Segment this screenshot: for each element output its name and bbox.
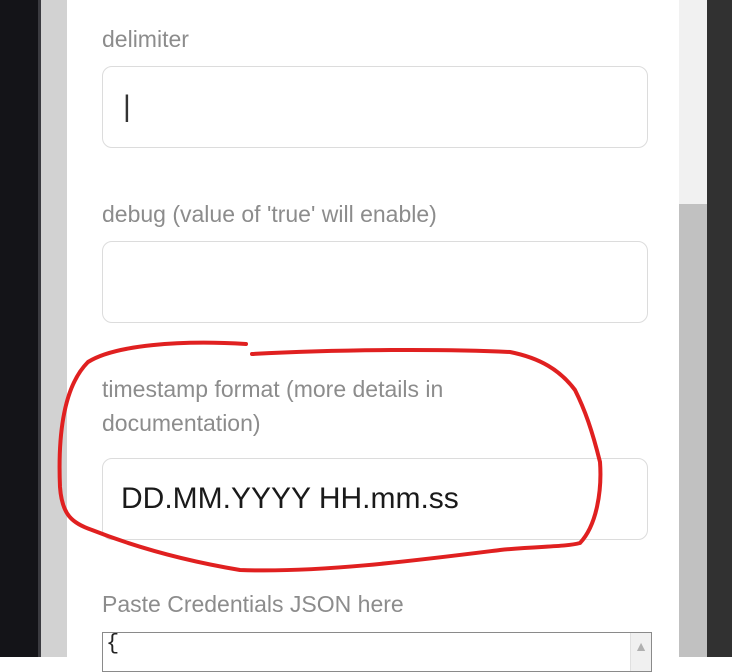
credentials-label: Paste Credentials JSON here (102, 591, 404, 617)
scrollbar-thumb[interactable] (679, 204, 707, 657)
delimiter-input[interactable]: | (102, 66, 648, 148)
timestamp-format-label: timestamp format (more details in docume… (102, 376, 444, 436)
right-dark-panel (707, 0, 732, 657)
delimiter-value: | (123, 90, 131, 123)
delimiter-label: delimiter (102, 26, 189, 52)
left-dark-panel (0, 0, 38, 657)
credentials-scrollbar[interactable]: ▲ (630, 633, 651, 671)
left-gray-strip (41, 0, 67, 657)
credentials-text: { (106, 632, 120, 656)
timestamp-format-input[interactable] (102, 458, 648, 540)
debug-label: debug (value of 'true' will enable) (102, 201, 437, 227)
credentials-textarea[interactable]: { ▲ (102, 632, 652, 672)
scroll-up-icon[interactable]: ▲ (634, 639, 648, 653)
debug-input[interactable] (102, 241, 648, 323)
